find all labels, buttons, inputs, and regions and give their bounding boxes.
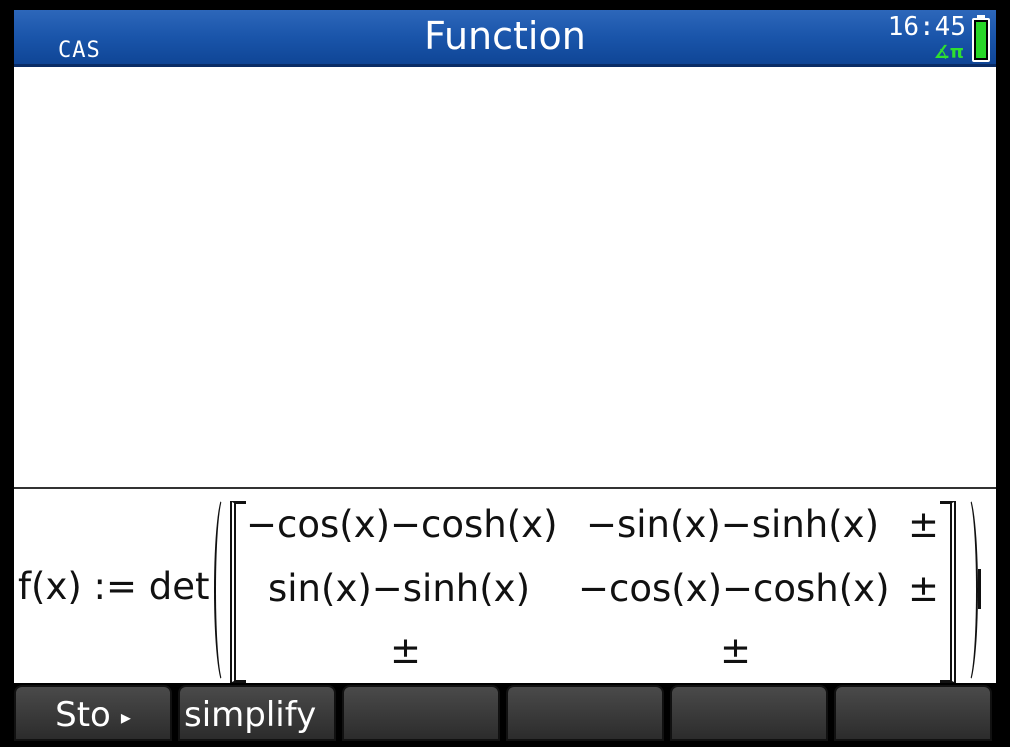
matrix-cell: ± [390, 629, 422, 672]
battery-icon [972, 15, 990, 62]
simplify-button[interactable]: simplify [178, 685, 336, 741]
matrix-cell: −cos(x)−cosh(x) [578, 567, 890, 610]
sto-button[interactable]: Sto ▸ [14, 685, 172, 741]
matrix-cell: ± [720, 629, 752, 672]
expression-prefix: f(x) := det [18, 565, 210, 608]
title-bar: CAS Function 16:45 ∡π [14, 10, 996, 67]
right-paren [958, 495, 978, 685]
sto-label: Sto [55, 695, 111, 735]
softkey-6[interactable] [834, 685, 992, 741]
history-area[interactable] [14, 67, 996, 487]
app-title: Function [424, 14, 586, 58]
arrow-right-icon: ▸ [120, 704, 131, 729]
simplify-label: simplify [184, 695, 317, 735]
battery-level [976, 22, 986, 58]
softkey-5[interactable] [670, 685, 828, 741]
matrix-cell: −sin(x)−sinh(x) [586, 503, 880, 546]
matrix-cell: ± [908, 567, 940, 610]
text-cursor [978, 569, 981, 609]
matrix-cell: sin(x)−sinh(x) [268, 567, 530, 610]
expression: f(x) := det −cos(x)−cosh(x) −sin(x)−sinh… [18, 489, 994, 685]
matrix-cell: −cos(x)−cosh(x) [246, 503, 558, 546]
matrix-right-bracket [940, 501, 956, 683]
calculator-screen: CAS Function 16:45 ∡π f(x) := det −cos(x… [0, 0, 1010, 747]
entry-line[interactable]: f(x) := det −cos(x)−cosh(x) −sin(x)−sinh… [14, 487, 996, 685]
matrix-left-bracket [230, 501, 246, 683]
clock: 16:45 [887, 12, 966, 42]
soft-menu: Sto ▸ simplify [14, 683, 996, 743]
angle-mode-icon: ∡π [933, 42, 964, 63]
softkey-4[interactable] [506, 685, 664, 741]
matrix-cell: ± [908, 503, 940, 546]
softkey-3[interactable] [342, 685, 500, 741]
